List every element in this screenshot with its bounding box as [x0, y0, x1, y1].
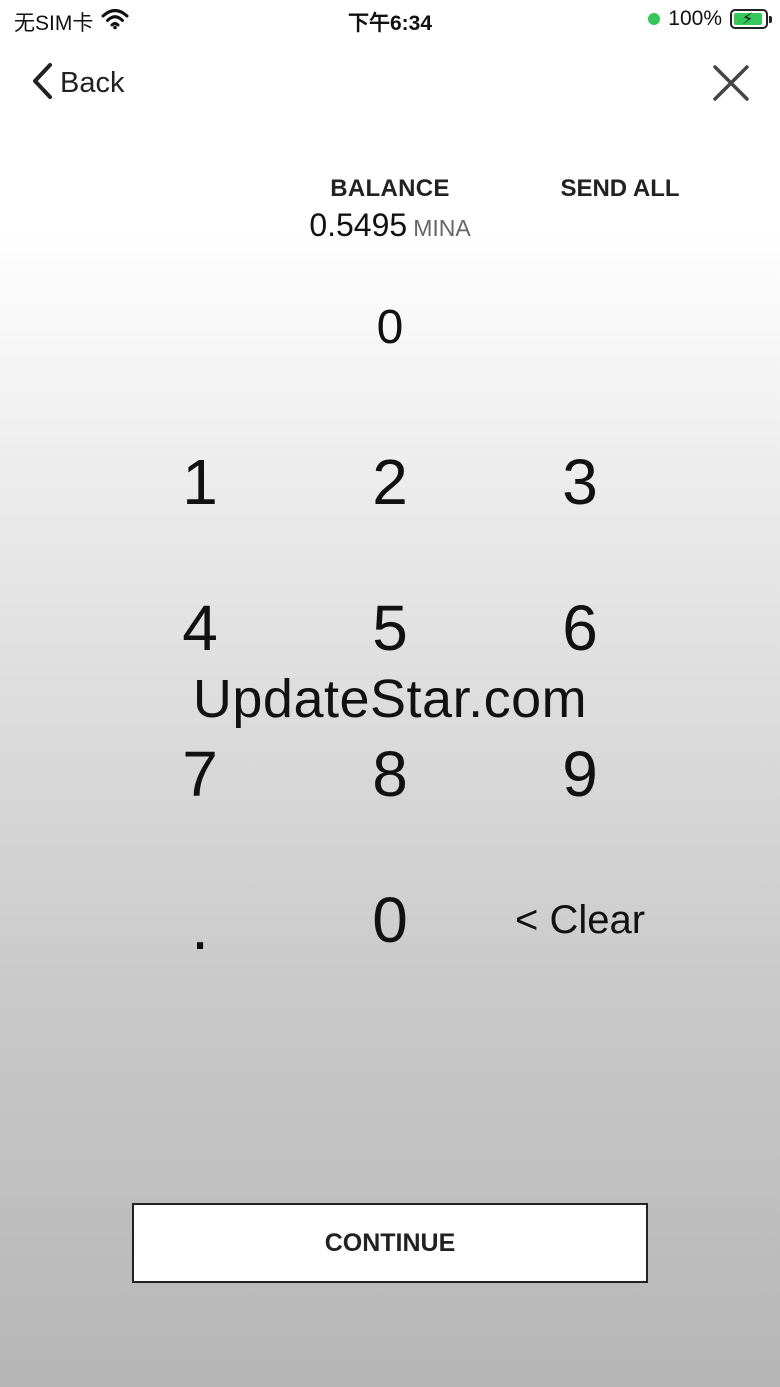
charging-bolt-icon: ⚡ [742, 11, 754, 28]
balance-value: 0.5495 [309, 207, 408, 243]
key-0[interactable]: 0 [310, 870, 470, 970]
key-8[interactable]: 8 [310, 724, 470, 824]
watermark-text: UpdateStar.com [192, 669, 588, 729]
key-6[interactable]: 6 [500, 578, 660, 678]
key-2[interactable]: 2 [310, 432, 470, 532]
chevron-left-icon [30, 62, 54, 105]
balance-unit: MINA [413, 215, 471, 241]
back-button[interactable]: Back [30, 62, 124, 104]
key-1[interactable]: 1 [120, 432, 280, 532]
status-right: 100% ⚡ [648, 7, 772, 31]
key-7[interactable]: 7 [120, 724, 280, 824]
key-3[interactable]: 3 [500, 432, 660, 532]
close-button[interactable] [710, 62, 752, 104]
amount-display: 0 [376, 301, 404, 354]
key-clear[interactable]: < Clear [480, 870, 680, 970]
battery-percent: 100% [668, 7, 722, 30]
key-5[interactable]: 5 [310, 578, 470, 678]
balance-label: BALANCE [330, 175, 450, 202]
battery-icon: ⚡ [730, 9, 772, 29]
send-all-button[interactable]: SEND ALL [540, 175, 700, 203]
green-dot-indicator [648, 13, 661, 25]
key-4[interactable]: 4 [120, 578, 280, 678]
close-icon [713, 65, 749, 101]
back-label: Back [60, 66, 125, 99]
balance-block: BALANCE 0.5495 MINA [250, 175, 530, 244]
key-decimal[interactable]: . [120, 870, 280, 970]
status-bar: 无SIM卡 下午6:34 100% ⚡ [0, 0, 780, 40]
balance-row: 0.5495 MINA [250, 207, 530, 244]
battery-cap [769, 16, 772, 23]
key-9[interactable]: 9 [500, 724, 660, 824]
continue-button[interactable]: CONTINUE [132, 1203, 648, 1283]
